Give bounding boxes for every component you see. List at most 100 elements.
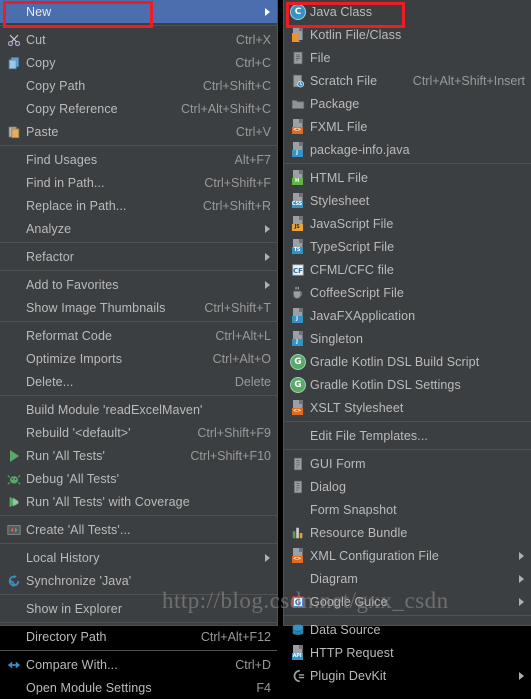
menu-item-plugin-devkit[interactable]: Plugin DevKit: [284, 664, 531, 687]
submenu-arrow-icon: [519, 597, 524, 606]
menu-item-singleton[interactable]: J Singleton: [284, 327, 531, 350]
menu-item-find-in-path[interactable]: Find in Path... Ctrl+Shift+F: [0, 171, 277, 194]
http-request-icon: API: [286, 645, 310, 661]
submenu-arrow-icon: [519, 551, 524, 560]
new-submenu[interactable]: C Java Class Kotlin File/Class File Scratch …: [283, 0, 531, 683]
menu-item-directory-path[interactable]: Directory Path Ctrl+Alt+F12: [0, 625, 277, 648]
menu-item-xml-configuration-file[interactable]: <> XML Configuration File: [284, 544, 531, 567]
menu-item-google-guice[interactable]: G Google Guice: [284, 590, 531, 613]
menu-item-diagram[interactable]: Diagram: [284, 567, 531, 590]
menu-item-coffeescript-file[interactable]: CoffeeScript File: [284, 281, 531, 304]
menu-item-label: Copy: [26, 55, 56, 70]
menu-item-edit-file-templates[interactable]: Edit File Templates...: [284, 424, 531, 447]
menu-item-shortcut: Ctrl+C: [235, 55, 271, 70]
menu-item-form-snapshot[interactable]: Form Snapshot: [284, 498, 531, 521]
menu-item-scratch-file[interactable]: Scratch File Ctrl+Alt+Shift+Insert: [284, 69, 531, 92]
menu-item-copy-path[interactable]: Copy Path Ctrl+Shift+C: [0, 74, 277, 97]
gradle-icon: G: [286, 353, 310, 370]
menu-item-resource-bundle[interactable]: Resource Bundle: [284, 521, 531, 544]
menu-separator: [284, 449, 531, 450]
menu-item-open-module-settings[interactable]: Open Module Settings F4: [0, 676, 277, 699]
context-menu[interactable]: New Cut Ctrl+X Copy Ctrl+C Copy Path Ctrl+Shif…: [0, 0, 278, 695]
menu-item-javafxapplication[interactable]: J JavaFXApplication: [284, 304, 531, 327]
menu-item-delete[interactable]: Delete... Delete: [0, 370, 277, 393]
svg-text:CF: CF: [293, 267, 303, 275]
menu-item-label: Add to Favorites: [26, 277, 119, 292]
coverage-icon: [2, 494, 26, 510]
menu-item-cut[interactable]: Cut Ctrl+X: [0, 28, 277, 51]
menu-item-fxml-file[interactable]: <> FXML File: [284, 115, 531, 138]
menu-item-label: File: [310, 50, 331, 65]
menu-item-file[interactable]: File: [284, 46, 531, 69]
menu-item-stylesheet[interactable]: CSS Stylesheet: [284, 189, 531, 212]
menu-item-data-source[interactable]: Data Source: [284, 618, 531, 641]
xml-config-icon: <>: [286, 548, 310, 564]
menu-item-javascript-file[interactable]: JS JavaScript File: [284, 212, 531, 235]
menu-item-dialog[interactable]: Dialog: [284, 475, 531, 498]
singleton-icon: J: [286, 331, 310, 347]
menu-item-label: Reformat Code: [26, 328, 113, 343]
menu-item-new[interactable]: New: [0, 0, 277, 23]
no-icon: [2, 221, 26, 237]
submenu-arrow-icon: [519, 671, 524, 680]
menu-item-debug-all-tests[interactable]: Debug 'All Tests': [0, 467, 277, 490]
menu-item-label: Find Usages: [26, 152, 98, 167]
menu-separator: [0, 543, 277, 544]
menu-item-gradle-kotlin-dsl-settings[interactable]: G Gradle Kotlin DSL Settings: [284, 373, 531, 396]
menu-item-show-in-explorer[interactable]: Show in Explorer: [0, 597, 277, 620]
menu-item-label: package-info.java: [310, 142, 410, 157]
no-icon: [2, 277, 26, 293]
menu-item-typescript-file[interactable]: TS TypeScript File: [284, 235, 531, 258]
menu-item-run-all-tests-with-coverage[interactable]: Run 'All Tests' with Coverage: [0, 490, 277, 513]
menu-item-label: Form Snapshot: [310, 502, 397, 517]
menu-item-label: Directory Path: [26, 629, 107, 644]
menu-item-show-image-thumbnails[interactable]: Show Image Thumbnails Ctrl+Shift+T: [0, 296, 277, 319]
menu-item-rebuild-default[interactable]: Rebuild '<default>' Ctrl+Shift+F9: [0, 421, 277, 444]
menu-item-paste[interactable]: Paste Ctrl+V: [0, 120, 277, 143]
menu-item-label: Show Image Thumbnails: [26, 300, 166, 315]
menu-item-gradle-kotlin-dsl-build-script[interactable]: G Gradle Kotlin DSL Build Script: [284, 350, 531, 373]
menu-item-create-all-tests[interactable]: Create 'All Tests'...: [0, 518, 277, 541]
paste-icon: [2, 124, 26, 140]
menu-item-label: Synchronize 'Java': [26, 573, 132, 588]
menu-item-label: Copy Path: [26, 78, 86, 93]
menu-item-html-file[interactable]: H HTML File: [284, 166, 531, 189]
menu-item-analyze[interactable]: Analyze: [0, 217, 277, 240]
menu-item-label: JavaFXApplication: [310, 308, 416, 323]
svg-text:G: G: [295, 598, 301, 607]
menu-item-replace-in-path[interactable]: Replace in Path... Ctrl+Shift+R: [0, 194, 277, 217]
no-icon: [286, 428, 310, 444]
menu-item-label: XML Configuration File: [310, 548, 439, 563]
menu-item-shortcut: Ctrl+Shift+F: [204, 175, 271, 190]
menu-item-add-to-favorites[interactable]: Add to Favorites: [0, 273, 277, 296]
no-icon: [2, 680, 26, 696]
menu-item-build-module-readexcelmaven[interactable]: Build Module 'readExcelMaven': [0, 398, 277, 421]
menu-item-xslt-stylesheet[interactable]: <> XSLT Stylesheet: [284, 396, 531, 419]
xslt-file-icon: <>: [286, 400, 310, 416]
menu-item-optimize-imports[interactable]: Optimize Imports Ctrl+Alt+O: [0, 347, 277, 370]
menu-item-shortcut: Ctrl+Shift+R: [202, 198, 271, 213]
menu-item-http-request[interactable]: API HTTP Request: [284, 641, 531, 664]
menu-item-package[interactable]: Package: [284, 92, 531, 115]
menu-item-label: Rebuild '<default>': [26, 425, 131, 440]
menu-item-synchronize-java[interactable]: Synchronize 'Java': [0, 569, 277, 592]
menu-item-copy[interactable]: Copy Ctrl+C: [0, 51, 277, 74]
menu-item-shortcut: Ctrl+D: [235, 657, 271, 672]
menu-item-shortcut: Ctrl+Shift+F9: [197, 425, 271, 440]
menu-item-label: Find in Path...: [26, 175, 105, 190]
menu-item-run-all-tests[interactable]: Run 'All Tests' Ctrl+Shift+F10: [0, 444, 277, 467]
no-icon: [286, 502, 310, 518]
menu-item-cfml-cfc-file[interactable]: CF CFML/CFC file: [284, 258, 531, 281]
menu-item-kotlin-file-class[interactable]: Kotlin File/Class: [284, 23, 531, 46]
menu-item-reformat-code[interactable]: Reformat Code Ctrl+Alt+L: [0, 324, 277, 347]
menu-item-local-history[interactable]: Local History: [0, 546, 277, 569]
menu-item-find-usages[interactable]: Find Usages Alt+F7: [0, 148, 277, 171]
menu-item-package-info-java[interactable]: Jpackage-info.java: [284, 138, 531, 161]
menu-item-gui-form[interactable]: GUI Form: [284, 452, 531, 475]
submenu-arrow-icon: [519, 574, 524, 583]
menu-item-refactor[interactable]: Refactor: [0, 245, 277, 268]
menu-item-compare-with[interactable]: Compare With... Ctrl+D: [0, 653, 277, 676]
menu-item-java-class[interactable]: C Java Class: [284, 0, 531, 23]
menu-item-copy-reference[interactable]: Copy Reference Ctrl+Alt+Shift+C: [0, 97, 277, 120]
menu-separator: [0, 242, 277, 243]
